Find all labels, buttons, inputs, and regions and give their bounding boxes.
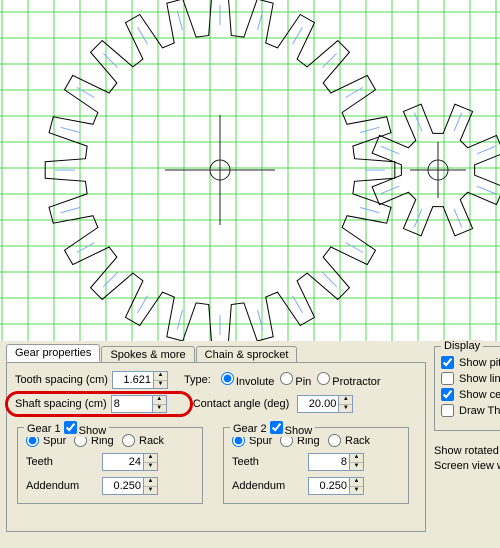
gear-2 <box>372 104 500 236</box>
tooth-spacing-input[interactable] <box>112 371 154 389</box>
gear1-rack-radio[interactable]: Rack <box>122 434 166 447</box>
gear1-teeth-input[interactable] <box>102 453 144 471</box>
tab-gear-properties[interactable]: Gear properties <box>6 344 100 362</box>
shaft-spacing-input[interactable] <box>111 395 153 413</box>
spin-down-icon[interactable]: ▼ <box>153 405 166 413</box>
show-line-label: Show line of c <box>459 373 500 385</box>
show-line-checkbox[interactable]: Show line of c <box>441 372 500 385</box>
spin-up-icon[interactable]: ▲ <box>339 396 352 405</box>
type-pin-radio[interactable]: Pin <box>280 372 311 388</box>
gear-svg <box>0 0 500 341</box>
gear2-addendum-spinner[interactable]: ▲ ▼ <box>350 477 364 495</box>
gear1-addendum-input[interactable] <box>102 477 144 495</box>
spin-down-icon[interactable]: ▼ <box>144 463 157 471</box>
gear2-rack-label: Rack <box>345 435 370 447</box>
shaft-spacing-label: Shaft spacing (cm) <box>15 398 107 410</box>
gear-1 <box>45 0 395 341</box>
gear2-addendum-input[interactable] <box>308 477 350 495</box>
properties-tabs: Gear properties Spokes & more Chain & sp… <box>6 344 426 532</box>
spin-down-icon[interactable]: ▼ <box>339 405 352 413</box>
gear2-show-label: Show <box>285 425 313 437</box>
show-rotated-label: Show rotated (% o <box>434 445 500 457</box>
gear1-legend: Gear 1 <box>27 423 61 435</box>
type-pin-label: Pin <box>295 376 311 388</box>
gear2-show-checkbox[interactable]: Show <box>270 421 313 437</box>
gear1-teeth-label: Teeth <box>26 456 98 468</box>
draw-thicker-label: Draw Thicker <box>459 405 500 417</box>
gear1-addendum-label: Addendum <box>26 480 98 492</box>
gear2-legend: Gear 2 <box>233 423 267 435</box>
type-protractor-label: Protractor <box>332 376 380 388</box>
gear2-group: Gear 2 Show Spur Ring Rack Teeth ▲ ▼ <box>223 427 409 504</box>
gear2-addendum-label: Addendum <box>232 480 304 492</box>
gear1-teeth-spinner[interactable]: ▲ ▼ <box>144 453 158 471</box>
screen-view-width-label: Screen view width <box>434 460 500 472</box>
tab-spokes-more[interactable]: Spokes & more <box>101 346 194 363</box>
tooth-spacing-label: Tooth spacing (cm) <box>15 374 108 386</box>
gear1-addendum-spinner[interactable]: ▲ ▼ <box>144 477 158 495</box>
type-label: Type: <box>184 374 211 386</box>
gear1-show-label: Show <box>79 425 107 437</box>
gear2-teeth-label: Teeth <box>232 456 304 468</box>
gear2-teeth-spinner[interactable]: ▲ ▼ <box>350 453 364 471</box>
draw-thicker-checkbox[interactable]: Draw Thicker <box>441 404 500 417</box>
show-center-checkbox[interactable]: Show center <box>441 388 500 401</box>
spin-up-icon[interactable]: ▲ <box>350 454 363 463</box>
contact-angle-spinner[interactable]: ▲ ▼ <box>339 395 353 413</box>
gear1-show-checkbox[interactable]: Show <box>64 421 107 437</box>
type-involute-label: Involute <box>236 376 275 388</box>
gear1-group: Gear 1 Show Spur Ring Rack Teeth ▲ ▼ <box>17 427 203 504</box>
gear1-rack-label: Rack <box>139 435 164 447</box>
gear2-rack-radio[interactable]: Rack <box>328 434 372 447</box>
spin-down-icon[interactable]: ▼ <box>350 463 363 471</box>
spin-up-icon[interactable]: ▲ <box>144 454 157 463</box>
spin-up-icon[interactable]: ▲ <box>350 478 363 487</box>
spin-down-icon[interactable]: ▼ <box>154 381 167 389</box>
display-panel: Display Show pitch d Show line of c Show… <box>434 346 500 475</box>
show-pitch-label: Show pitch d <box>459 357 500 369</box>
spin-up-icon[interactable]: ▲ <box>154 372 167 381</box>
spin-up-icon[interactable]: ▲ <box>153 396 166 405</box>
gear-canvas <box>0 0 500 341</box>
shaft-spacing-spinner[interactable]: ▲ ▼ <box>153 395 167 413</box>
show-center-label: Show center <box>459 389 500 401</box>
contact-angle-label: Contact angle (deg) <box>193 398 290 410</box>
spin-down-icon[interactable]: ▼ <box>144 487 157 495</box>
type-involute-radio[interactable]: Involute <box>221 372 275 388</box>
tab-chain-sprocket[interactable]: Chain & sprocket <box>196 346 298 363</box>
type-protractor-radio[interactable]: Protractor <box>317 372 380 388</box>
contact-angle-input[interactable] <box>297 395 339 413</box>
tab-body-gear-properties: Tooth spacing (cm) ▲ ▼ Type: Involute Pi… <box>6 362 426 532</box>
show-pitch-checkbox[interactable]: Show pitch d <box>441 356 500 369</box>
gear2-teeth-input[interactable] <box>308 453 350 471</box>
spin-up-icon[interactable]: ▲ <box>144 478 157 487</box>
spin-down-icon[interactable]: ▼ <box>350 487 363 495</box>
display-legend: Display <box>441 340 483 352</box>
tooth-spacing-spinner[interactable]: ▲ ▼ <box>154 371 168 389</box>
